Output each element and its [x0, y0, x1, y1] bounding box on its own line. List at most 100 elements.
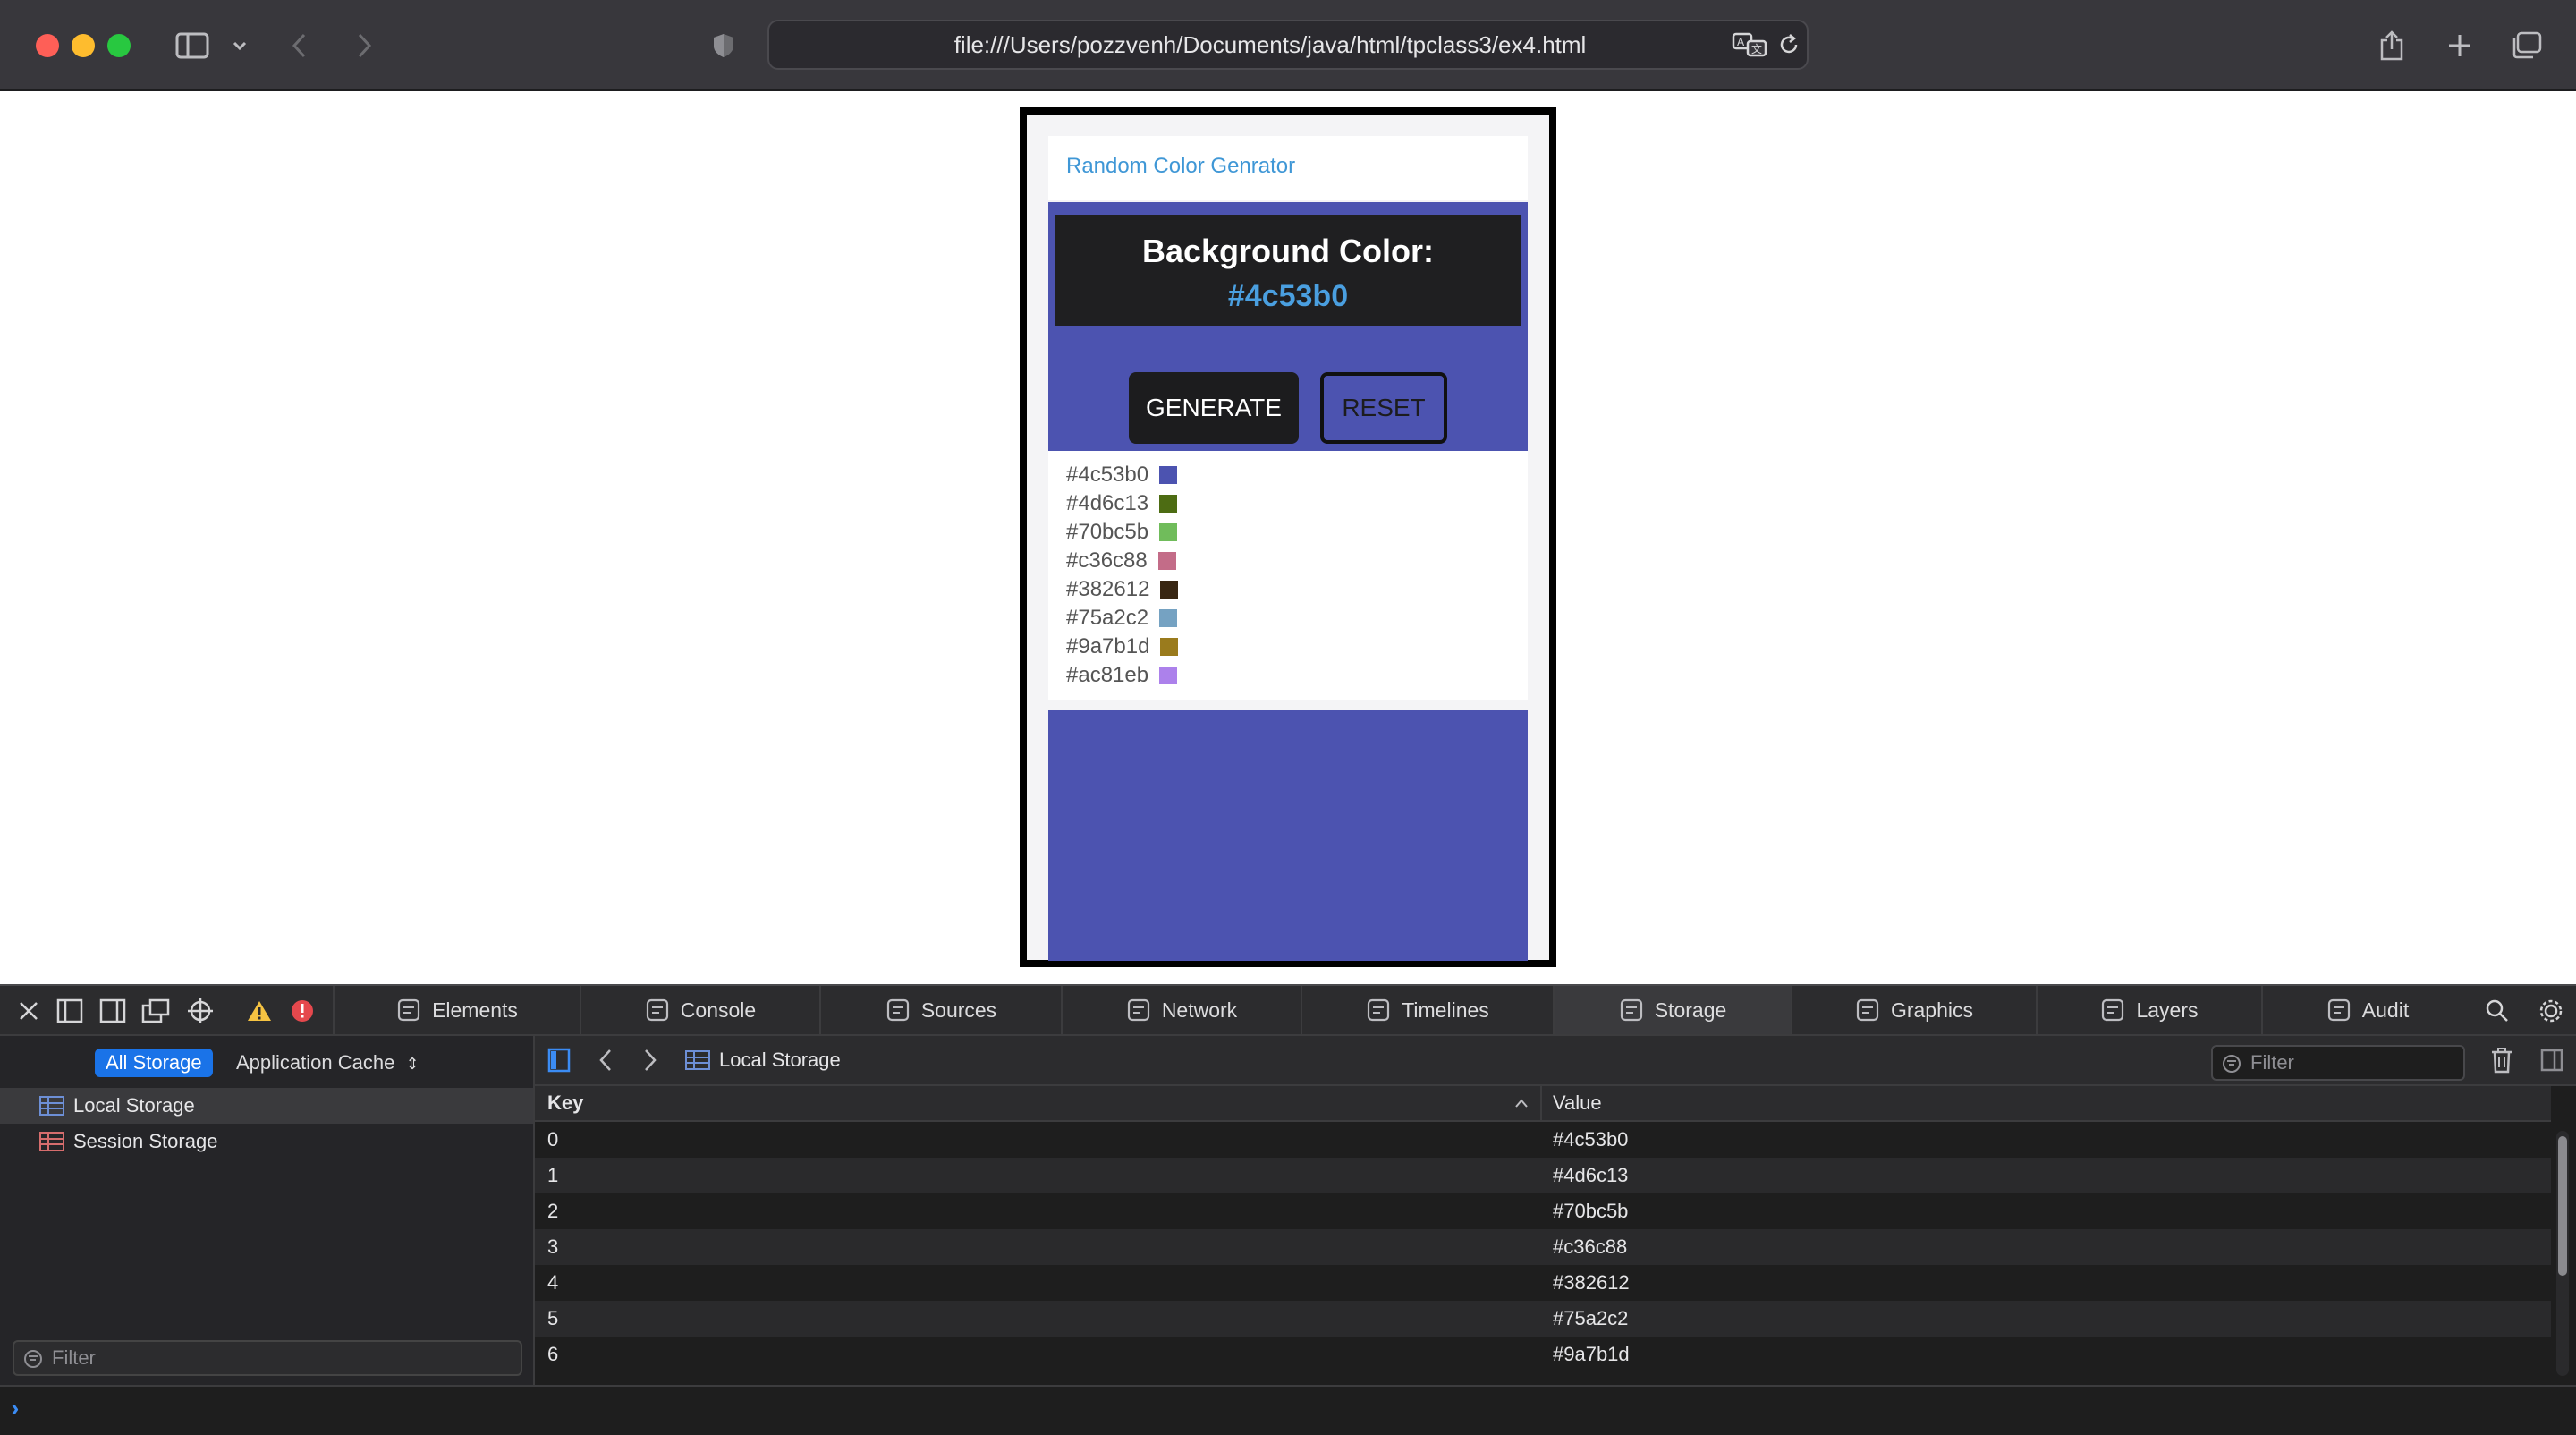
history-hex: #ac81eb	[1066, 663, 1149, 687]
column-header-key[interactable]: Key	[547, 1086, 583, 1120]
table-row[interactable]: 0 #4c53b0	[535, 1122, 2551, 1158]
color-swatch	[1159, 523, 1178, 541]
address-bar[interactable]: file:///Users/pozzvenh/Documents/java/ht…	[767, 20, 1809, 70]
history-item: #70bc5b	[1066, 519, 1178, 546]
column-divider[interactable]	[1540, 1086, 1542, 1120]
tab-timelines[interactable]: Timelines	[1301, 986, 1553, 1034]
color-history-list: #4c53b0 #4d6c13 #70bc5b #c36c88 #382612 #75a2…	[1048, 451, 1528, 700]
tab-label: Sources	[920, 998, 997, 1022]
history-hex: #382612	[1066, 577, 1150, 601]
sidebar-toggle-icon[interactable]	[172, 25, 213, 66]
updown-chevron-icon: ⇕	[405, 1055, 419, 1073]
quick-console[interactable]: ›	[0, 1385, 2576, 1435]
window-close-button[interactable]	[36, 34, 59, 57]
translate-icon[interactable]: A文	[1732, 31, 1767, 63]
console-icon	[646, 998, 668, 1022]
history-item: #ac81eb	[1066, 662, 1178, 689]
forward-icon[interactable]	[351, 25, 377, 66]
tab-audit[interactable]: Audit	[2261, 986, 2472, 1034]
tab-overview-icon[interactable]	[2508, 25, 2544, 66]
back-icon[interactable]	[286, 25, 313, 66]
color-swatch	[1159, 495, 1178, 513]
sidebar-panel-icon[interactable]	[547, 1048, 571, 1077]
window-minimize-button[interactable]	[72, 34, 95, 57]
row-value: #4c53b0	[1553, 1128, 1629, 1151]
close-icon[interactable]	[14, 997, 43, 1025]
gear-icon[interactable]	[2537, 997, 2565, 1025]
warning-icon[interactable]	[245, 997, 274, 1025]
table-icon	[39, 1096, 64, 1116]
filter-icon	[2223, 1055, 2241, 1073]
content-filter-input[interactable]: Filter	[2211, 1045, 2465, 1081]
table-row[interactable]: 4 #382612	[535, 1265, 2551, 1301]
tab-storage[interactable]: Storage	[1553, 986, 1791, 1034]
history-hex: #75a2c2	[1066, 606, 1149, 630]
color-swatch	[1160, 638, 1179, 656]
sidebar-item-local-storage[interactable]: Local Storage	[0, 1088, 533, 1124]
current-color-hex: #4c53b0	[1227, 279, 1349, 313]
table-row[interactable]: 5 #75a2c2	[535, 1301, 2551, 1337]
row-value: #c36c88	[1553, 1235, 1628, 1258]
network-icon	[1127, 998, 1149, 1022]
privacy-shield-icon[interactable]	[710, 25, 737, 66]
table-scrollbar-thumb[interactable]	[2558, 1136, 2567, 1276]
devtools-tab-bar: Elements Console Sources Network Timelines St…	[0, 986, 2576, 1036]
all-storage-filter-button[interactable]: All Storage	[95, 1049, 213, 1077]
tab-label: Timelines	[1402, 998, 1489, 1022]
trash-icon[interactable]	[2490, 1047, 2513, 1078]
filter-icon	[24, 1350, 42, 1368]
window-maximize-button[interactable]	[107, 34, 131, 57]
tab-label: Layers	[2136, 998, 2199, 1022]
row-key: 1	[547, 1164, 559, 1186]
application-cache-select[interactable]: Application Cache ⇕	[236, 1049, 419, 1078]
row-key: 5	[547, 1307, 559, 1329]
history-item: #75a2c2	[1066, 605, 1178, 632]
history-item: #c36c88	[1066, 548, 1176, 574]
dock-bottom-icon[interactable]	[55, 997, 84, 1025]
tab-label: Console	[680, 998, 757, 1022]
dock-right-icon[interactable]	[98, 997, 127, 1025]
detach-window-icon[interactable]	[141, 997, 170, 1025]
history-hex: #4c53b0	[1066, 463, 1149, 487]
history-hex: #c36c88	[1066, 548, 1148, 573]
error-icon[interactable]	[288, 997, 317, 1025]
tab-network[interactable]: Network	[1061, 986, 1301, 1034]
column-header-value[interactable]: Value	[1553, 1086, 1602, 1120]
tab-label: Network	[1161, 998, 1238, 1022]
element-picker-icon[interactable]	[186, 997, 215, 1025]
layers-icon	[2102, 998, 2124, 1022]
generate-button[interactable]: GENERATE	[1129, 372, 1299, 444]
details-sidebar-icon[interactable]	[2540, 1049, 2563, 1076]
share-icon[interactable]	[2376, 25, 2408, 66]
table-row[interactable]: 6 #9a7b1d	[535, 1337, 2551, 1372]
sources-icon	[886, 998, 909, 1022]
storage-content: Local Storage Filter Key Value 0 #4c53b0 1…	[535, 1036, 2576, 1385]
search-icon[interactable]	[2483, 997, 2512, 1025]
nav-back-icon[interactable]	[597, 1049, 614, 1076]
history-hex: #70bc5b	[1066, 520, 1149, 544]
table-row[interactable]: 2 #70bc5b	[535, 1193, 2551, 1229]
tab-layers[interactable]: Layers	[2036, 986, 2261, 1034]
nav-forward-icon[interactable]	[642, 1049, 658, 1076]
tab-label: Storage	[1654, 998, 1727, 1022]
row-key: 6	[547, 1343, 559, 1365]
table-row[interactable]: 3 #c36c88	[535, 1229, 2551, 1265]
reset-button[interactable]: RESET	[1320, 372, 1447, 444]
sidebar-filter-input[interactable]: Filter	[13, 1340, 522, 1376]
color-info-box: Background Color: #4c53b0	[1055, 215, 1521, 326]
sidebar-item-session-storage[interactable]: Session Storage	[0, 1124, 533, 1159]
tab-elements[interactable]: Elements	[333, 986, 580, 1034]
tab-console[interactable]: Console	[580, 986, 819, 1034]
elements-icon	[397, 998, 420, 1022]
svg-text:文: 文	[1751, 42, 1762, 55]
sort-ascending-icon[interactable]	[1513, 1098, 1530, 1108]
reload-icon[interactable]	[1776, 32, 1801, 62]
table-row[interactable]: 1 #4d6c13	[535, 1158, 2551, 1193]
tab-graphics[interactable]: Graphics	[1791, 986, 2036, 1034]
new-tab-icon[interactable]	[2444, 25, 2476, 66]
chevron-down-icon[interactable]	[229, 25, 250, 66]
row-value: #9a7b1d	[1553, 1343, 1630, 1365]
history-hex: #4d6c13	[1066, 491, 1149, 515]
tab-sources[interactable]: Sources	[819, 986, 1061, 1034]
title-link[interactable]: Random Color Genrator	[1066, 154, 1295, 179]
